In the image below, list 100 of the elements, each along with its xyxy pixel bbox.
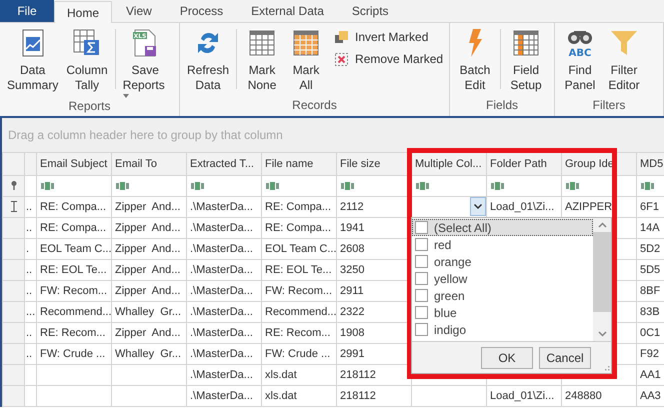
text-type-icon [191, 182, 205, 190]
filter-option[interactable]: indigo [412, 321, 593, 338]
text-type-icon [341, 182, 355, 190]
table-cell: Zipper And... [115, 264, 180, 276]
table-cell: 1941 [340, 222, 364, 234]
table-cell: RE: Recom... [40, 326, 106, 339]
table-cell: AA3 [640, 390, 661, 402]
chevron-down-icon [474, 204, 482, 209]
table-cell: .\MasterDa... [190, 306, 253, 318]
column-header[interactable]: Email To [112, 152, 186, 176]
table-cell: 5D5 [640, 264, 660, 276]
table-cell: .. [26, 284, 32, 297]
table-cell: . [26, 242, 30, 255]
remove-box-icon [334, 52, 350, 66]
table-cell: .. [26, 264, 32, 276]
group-label: Records [291, 97, 338, 114]
checkbox[interactable] [415, 272, 428, 285]
file-tab[interactable]: File [0, 0, 54, 22]
text-type-icon [491, 182, 505, 190]
table-cell: Zipper And... [115, 326, 180, 339]
ribbon-button[interactable]: Column Tally [62, 27, 112, 93]
table-cell: Recommend... [40, 306, 110, 318]
ribbon-button[interactable]: Field Setup [504, 27, 548, 93]
table-cell: AZIPPER [565, 200, 612, 213]
table-cell: FW: Crude ... [265, 348, 330, 360]
table-cell: Zipper And... [115, 222, 180, 234]
table-cell: Zipper And... [115, 200, 180, 213]
chevron-down-icon [598, 331, 606, 337]
checkbox[interactable] [415, 255, 428, 268]
table-cell: Whalley Gr... [115, 306, 182, 318]
ribbon-button[interactable]: Filter Editor [602, 27, 646, 93]
ribbon-button[interactable]: Data Summary [3, 27, 62, 93]
text-cursor-icon [10, 201, 16, 212]
ribbon-button[interactable]: Invert Marked [334, 29, 444, 45]
ribbon-tab[interactable]: Home [54, 1, 112, 23]
table-cell: .. [26, 326, 32, 339]
filter-option[interactable]: blue [412, 304, 593, 321]
column-header[interactable]: Extracted T... [186, 152, 262, 176]
ribbon-tab[interactable]: External Data [237, 0, 338, 22]
table-cell: ... [26, 306, 36, 318]
checkbox[interactable] [415, 306, 428, 319]
table-cell: 218112 [340, 368, 376, 381]
table-cell: .\MasterDa... [190, 264, 253, 276]
ribbon-button[interactable]: Mark All [284, 27, 328, 93]
ribbon-button[interactable]: ABC Find Panel [558, 27, 602, 93]
table-cell: 3250 [340, 264, 364, 276]
table-cell: 248880 [565, 390, 602, 402]
table-cell: FW: Recom... [40, 284, 108, 297]
ribbon-button[interactable]: Batch Edit [453, 27, 497, 93]
ribbon-tab[interactable]: Scripts [338, 0, 403, 22]
table-cell: RE: Compa... [40, 200, 106, 213]
column-header[interactable]: Multiple Col... [412, 152, 486, 176]
ribbon-button[interactable]: Mark None [240, 27, 284, 93]
table-cell: 0C1 [640, 326, 660, 339]
table-cell: .. [26, 348, 32, 360]
table-cell: EOL Team C... [265, 242, 336, 255]
column-header[interactable]: Email Subject [36, 152, 112, 176]
table-cell: 83B [640, 306, 660, 318]
text-type-icon [41, 182, 55, 190]
scrollbar[interactable] [593, 218, 611, 341]
ribbon-button[interactable]: Refresh Data [183, 27, 234, 93]
ok-button[interactable]: OK [481, 346, 533, 368]
checkbox[interactable] [415, 289, 428, 302]
filter-option[interactable]: (Select All) [412, 219, 593, 236]
filter-option[interactable]: orange [412, 253, 593, 270]
column-header[interactable]: File name [262, 152, 336, 176]
text-type-icon [416, 182, 430, 190]
text-type-icon [266, 182, 280, 190]
table-cell: 5D2 [640, 242, 660, 255]
checkbox[interactable] [415, 221, 428, 234]
table-cell: Zipper And... [115, 284, 180, 297]
filter-option[interactable]: yellow [412, 270, 593, 287]
chevron-up-icon [598, 222, 606, 228]
table-cell: 6F1 [640, 200, 659, 213]
text-type-icon [641, 182, 655, 190]
table-cell: F92 [640, 348, 659, 360]
table-cell: 2112 [340, 200, 364, 213]
checkbox[interactable] [415, 238, 428, 251]
ribbon-tab[interactable]: Process [166, 0, 238, 22]
table-cell: FW: Crude ... [40, 348, 106, 360]
table-cell: 2991 [340, 348, 364, 360]
table-cell: .\MasterDa... [190, 242, 253, 255]
table-cell: 218112 [340, 390, 376, 402]
group-label: Fields [484, 97, 519, 114]
table-cell: xls.dat [265, 390, 297, 402]
column-header[interactable]: MD5 [636, 152, 664, 176]
filter-option[interactable]: red [412, 236, 593, 253]
table-cell: .\MasterDa... [190, 200, 253, 213]
ribbon-button[interactable]: Remove Marked [334, 51, 444, 67]
checkbox[interactable] [415, 323, 428, 336]
column-header[interactable]: Folder Path [486, 152, 562, 176]
filter-option[interactable]: green [412, 287, 593, 304]
table-cell: RE: Recom... [265, 326, 330, 339]
table-cell: .\MasterDa... [190, 222, 253, 234]
ribbon-tab[interactable]: View [112, 0, 166, 22]
table-cell: .. [26, 222, 32, 234]
table-cell: RE: Compa... [265, 222, 332, 234]
table-cell: Load_01\Zi... [490, 200, 554, 213]
cancel-button[interactable]: Cancel [539, 346, 591, 368]
pin-icon [10, 181, 16, 190]
